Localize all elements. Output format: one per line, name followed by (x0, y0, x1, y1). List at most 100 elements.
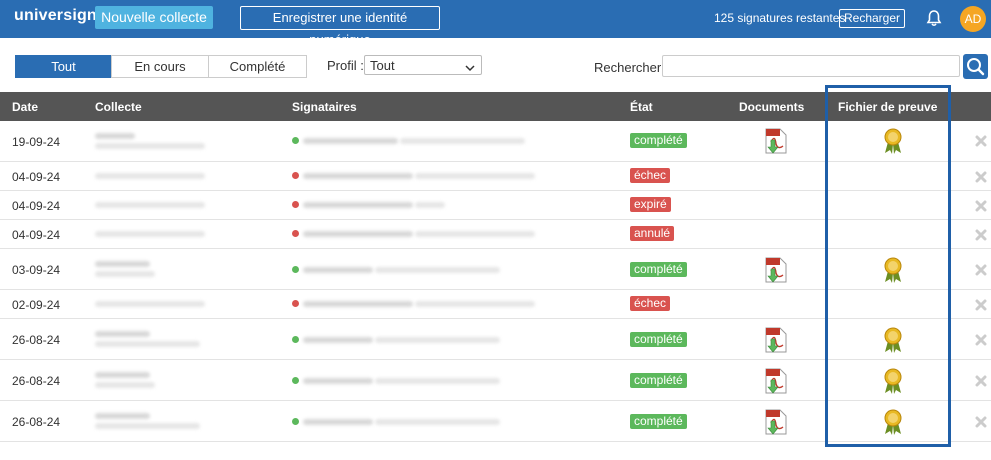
recharge-button[interactable]: Recharger (839, 9, 905, 28)
search-icon (967, 58, 985, 76)
signer-name-redacted (303, 378, 373, 384)
search-label: Rechercher : (594, 60, 669, 75)
collect-detail-redacted (95, 202, 205, 208)
proof-column-highlight-frame (825, 85, 951, 447)
row-date: 26-08-24 (12, 374, 61, 388)
row-date: 04-09-24 (12, 199, 61, 213)
profil-label: Profil : (327, 58, 364, 73)
profil-select[interactable]: Tout (364, 55, 482, 75)
status-badge: complété (630, 414, 687, 429)
universign-logo[interactable]: universign (14, 7, 97, 25)
signer-status-dot (292, 230, 299, 237)
collect-name-redacted (95, 372, 150, 378)
collect-name-redacted (95, 413, 150, 419)
collect-detail-redacted (95, 382, 155, 388)
collect-detail-redacted (95, 341, 200, 347)
status-badge: complété (630, 332, 687, 347)
column-etat[interactable]: État (630, 100, 653, 114)
signer-detail-redacted (375, 419, 500, 425)
tab-tout[interactable]: Tout (15, 55, 111, 78)
column-collecte[interactable]: Collecte (95, 100, 142, 114)
row-date: 26-08-24 (12, 333, 61, 347)
bell-icon[interactable] (926, 10, 942, 32)
tab-complete[interactable]: Complété (208, 55, 307, 78)
signer-status-dot (292, 377, 299, 384)
signer-detail-redacted (415, 173, 535, 179)
signer-name-redacted (303, 301, 413, 307)
remaining-signatures-count: 125 signatures restantes (714, 11, 846, 25)
status-badge: complété (630, 373, 687, 388)
signer-status-dot (292, 201, 299, 208)
delete-x-icon[interactable] (975, 134, 987, 152)
status-badge: annulé (630, 226, 675, 241)
signer-detail-redacted (415, 202, 445, 208)
signer-status-dot (292, 172, 299, 179)
column-documents: Documents (739, 100, 805, 114)
signer-detail-redacted (375, 378, 500, 384)
user-avatar[interactable]: AD (960, 6, 986, 32)
signer-status-dot (292, 266, 299, 273)
collect-detail-redacted (95, 173, 205, 179)
signer-name-redacted (303, 173, 413, 179)
logo-text: universign (14, 7, 97, 24)
status-filter-tabs: Tout En cours Complété (15, 55, 307, 78)
status-badge: complété (630, 133, 687, 148)
tab-en-cours[interactable]: En cours (111, 55, 208, 78)
collect-name-redacted (95, 331, 150, 337)
search-button[interactable] (963, 54, 988, 79)
collect-detail-redacted (95, 143, 205, 149)
delete-x-icon[interactable] (975, 298, 987, 316)
signer-detail-redacted (375, 337, 500, 343)
signer-name-redacted (303, 267, 373, 273)
status-badge: échec (630, 296, 671, 311)
pdf-download-icon[interactable] (765, 128, 787, 159)
signer-status-dot (292, 300, 299, 307)
search-input[interactable] (662, 55, 960, 77)
collect-detail-redacted (95, 423, 200, 429)
pdf-download-icon[interactable] (765, 257, 787, 288)
delete-x-icon[interactable] (975, 333, 987, 351)
signer-detail-redacted (375, 267, 500, 273)
delete-x-icon[interactable] (975, 228, 987, 246)
delete-x-icon[interactable] (975, 199, 987, 217)
row-date: 19-09-24 (12, 135, 61, 149)
profil-select-value: Tout (370, 58, 395, 73)
status-badge: échec (630, 168, 671, 183)
delete-x-icon[interactable] (975, 170, 987, 188)
row-date: 02-09-24 (12, 298, 61, 312)
register-digital-identity-button[interactable]: Enregistrer une identité numérique (240, 6, 440, 47)
collect-detail-redacted (95, 271, 155, 277)
signer-name-redacted (303, 337, 373, 343)
chevron-down-icon (465, 59, 475, 79)
pdf-download-icon[interactable] (765, 368, 787, 399)
column-date[interactable]: Date (12, 100, 38, 114)
signer-name-redacted (303, 138, 398, 144)
signer-status-dot (292, 418, 299, 425)
signer-detail-redacted (400, 138, 525, 144)
signer-status-dot (292, 336, 299, 343)
row-date: 03-09-24 (12, 263, 61, 277)
top-navigation-bar: universign Nouvelle collecte Enregistrer… (0, 0, 991, 47)
new-collect-button[interactable]: Nouvelle collecte (95, 6, 213, 29)
collect-detail-redacted (95, 231, 205, 237)
collect-name-redacted (95, 261, 150, 267)
pdf-download-icon[interactable] (765, 409, 787, 440)
row-date: 04-09-24 (12, 228, 61, 242)
signer-status-dot (292, 137, 299, 144)
status-badge: expiré (630, 197, 671, 212)
signer-detail-redacted (415, 301, 535, 307)
column-signataires[interactable]: Signataires (292, 100, 357, 114)
row-date: 26-08-24 (12, 415, 61, 429)
signer-detail-redacted (415, 231, 535, 237)
signer-name-redacted (303, 202, 413, 208)
row-date: 04-09-24 (12, 170, 61, 184)
pdf-download-icon[interactable] (765, 327, 787, 358)
collect-detail-redacted (95, 301, 205, 307)
delete-x-icon[interactable] (975, 415, 987, 433)
status-badge: complété (630, 262, 687, 277)
delete-x-icon[interactable] (975, 263, 987, 281)
collect-name-redacted (95, 133, 135, 139)
delete-x-icon[interactable] (975, 374, 987, 392)
signer-name-redacted (303, 231, 413, 237)
signer-name-redacted (303, 419, 373, 425)
